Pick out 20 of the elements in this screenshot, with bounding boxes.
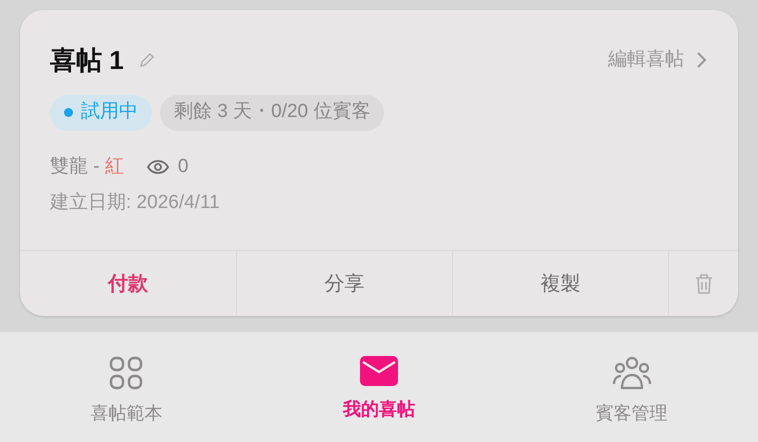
action-button[interactable]: 分享 [236, 251, 452, 316]
eye-icon [146, 158, 170, 175]
nav-tab[interactable]: 賓客管理 [505, 332, 758, 442]
grid-icon [109, 356, 144, 390]
action-button[interactable]: 複製 [452, 251, 668, 316]
trash-icon [694, 272, 712, 294]
action-button[interactable]: 付款 [20, 251, 236, 316]
nav-tab[interactable]: 我的喜帖 [252, 332, 506, 442]
status-label: 試用中 [81, 100, 138, 124]
view-count: 0 [178, 154, 188, 178]
edit-link[interactable]: 編輯喜帖 [608, 46, 708, 74]
theme-name: 雙龍 - 紅 [50, 154, 124, 178]
people-icon [612, 356, 652, 390]
chevron-icon [696, 50, 708, 70]
pencil-icon[interactable] [138, 51, 156, 70]
quota-badge: 剩餘 3 天・0/20 位賓客 [160, 94, 384, 130]
created-date: 建立日期: 2026/4/11 [50, 191, 220, 215]
nav-tab[interactable]: 喜帖範本 [0, 332, 253, 442]
card-title: 喜帖 1 [50, 47, 124, 74]
envelope-icon [360, 356, 398, 386]
